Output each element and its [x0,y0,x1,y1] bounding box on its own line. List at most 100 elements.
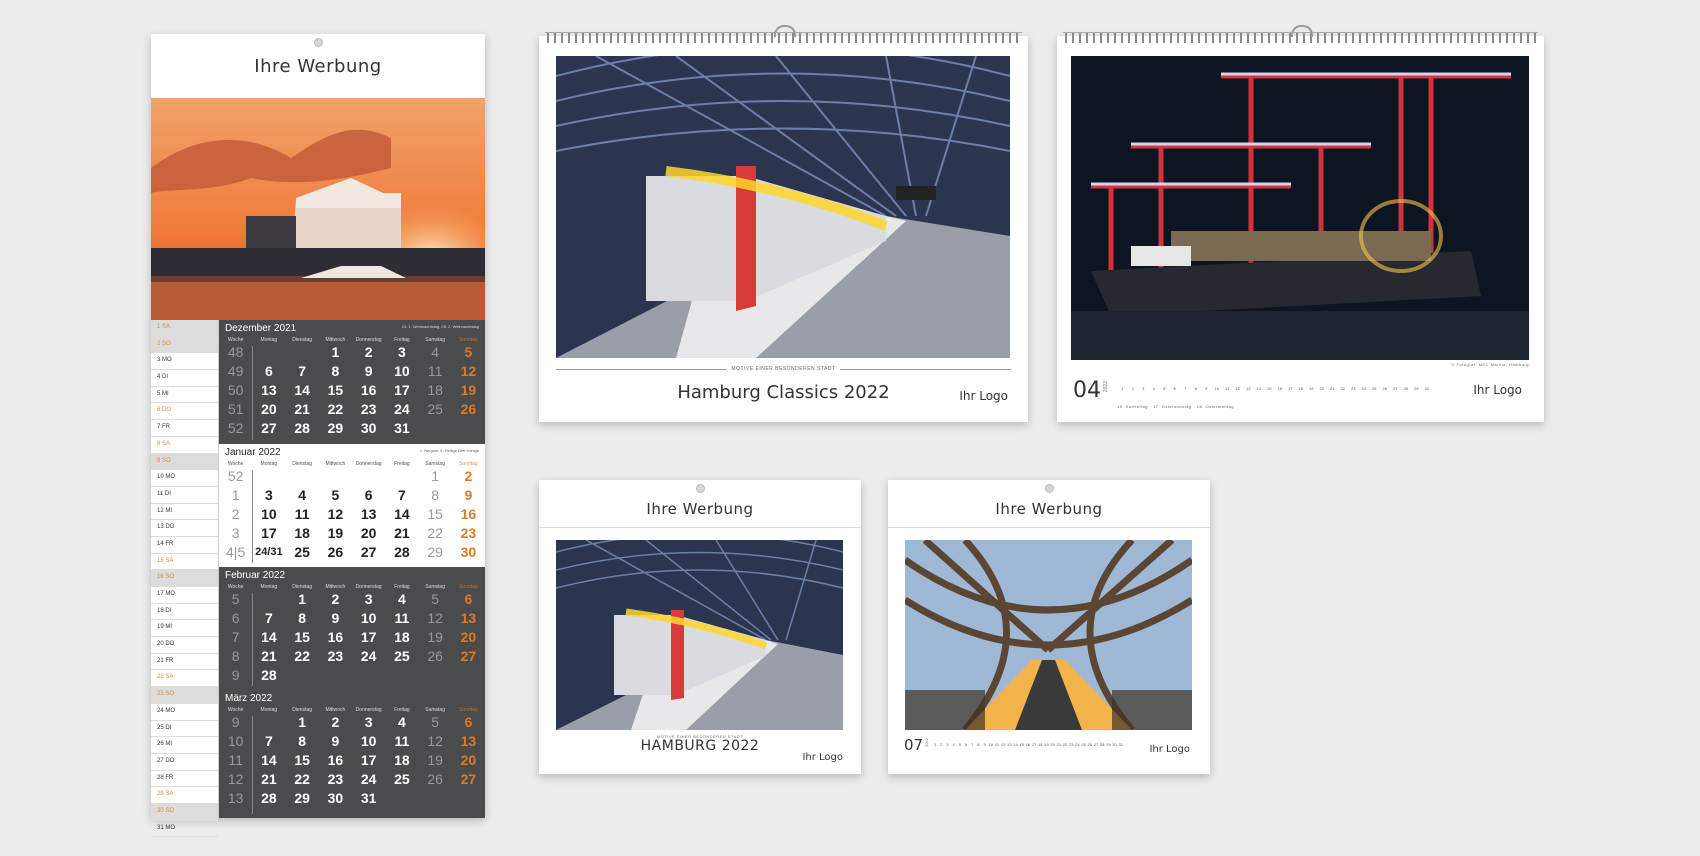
strip-day: 8 [1194,386,1197,391]
day-list-entry: 1 SA [151,320,218,337]
day-cell: 22 [427,525,443,541]
week-number: 5 [231,591,240,607]
small-calendar-july-page: Ihre Werbung 07 2022 1 2 3 4 5 6 7 8 9 10 11 12 13 14… [888,480,1210,774]
day-cell: 16 [460,506,477,522]
day-list-entry: 3 MO [151,353,218,371]
container-ship-port-photo [1071,56,1529,360]
strip-day: 23 [1351,386,1356,391]
day-cell: 16 [327,752,344,768]
day-cell: 12 [427,733,443,749]
strip-day: 27 [1393,386,1398,391]
header-divider [888,527,1210,528]
day-cell: 23 [460,525,477,541]
day-cell: 26 [327,544,344,560]
strip-day: 24 [1361,386,1366,391]
photo-credit: © Fotograf: MSC Marina, Hamburg [1451,362,1529,367]
weekday-label: Dienstag [292,461,312,467]
day-cell: 30 [460,544,477,560]
day-list-entry: 26 MI [151,737,218,754]
tunnel-station-photo [905,540,1192,730]
day-cell: 19 [427,629,443,645]
weekday-header-row: Woche Montag Dienstag Mittwoch Donnerstag Fre… [219,337,485,343]
weekday-label: Donnerstag [355,584,382,590]
week-number: 52 [227,420,244,436]
day-cell [352,467,385,486]
day-cell [452,789,485,808]
day-cell: 2 [364,344,373,360]
day-cell: 15 [294,752,310,768]
week-column-divider [252,470,253,563]
week-row: 11 14 15 16 17 18 19 20 [219,751,485,770]
day-cell: 23 [360,401,377,417]
week-row: 49 6 7 8 9 10 11 12 [219,362,485,381]
month-title: Dezember 2021 24. 1. Weihnachtstag, 26. 2… [219,320,485,337]
week-number: 49 [227,363,244,379]
strip-day: 20 [1319,386,1324,391]
day-cell: 6 [264,363,273,379]
day-cell: 7 [397,487,406,503]
day-cell: 3 [364,714,373,730]
day-cell [252,343,285,362]
day-cell: 1 [431,468,440,484]
day-cell: 4 [397,591,406,607]
day-list-entry: 29 SA [151,787,218,804]
month-block: Januar 2022 1. Neujahr, 6. Heilige Drei K… [219,444,485,567]
day-cell: 31 [360,790,377,806]
weekday-header-row: Woche Montag Dienstag Mittwoch Donnerstag Fre… [219,584,485,590]
week-column-divider [252,346,253,440]
logo-placeholder: Ihr Logo [1149,744,1190,755]
month-title-text: Januar 2022 [225,447,281,458]
day-cell: 11 [394,733,410,749]
holiday-notes: 15. Karfreitag · 17. Ostersonntag · 18. … [1117,404,1235,409]
advertising-text: Ihre Werbung [995,500,1103,518]
day-cell: 30 [360,420,377,436]
day-list-entry: 19 MI [151,620,218,638]
day-cell: 11 [427,363,443,379]
day-cell: 20 [460,752,477,768]
strip-day: 16 [1277,386,1282,391]
day-cell: 28 [294,420,310,436]
day-cell: 18 [394,752,410,768]
day-cell: 4 [298,487,307,503]
day-list-entry: 31 MO [151,821,218,838]
logo-placeholder: Ihr Logo [802,752,843,763]
week-number: 10 [227,733,244,749]
day-cell: 27 [460,648,477,664]
week-number: 48 [227,344,244,360]
day-cell: 10 [261,506,277,522]
strip-day: 11 [1225,386,1230,391]
day-cell: 30 [327,790,344,806]
month-title: Februar 2022 [219,567,485,584]
day-cell: 4 [431,344,440,360]
strip-day: 2 [1131,386,1134,391]
strip-day: 13 [1246,386,1251,391]
day-cell: 14 [261,752,277,768]
day-cell: 11 [294,506,310,522]
strip-day: 19 [1309,386,1314,391]
day-list-entry: 18 DI [151,604,218,621]
strip-day: 7 [1184,386,1187,391]
week-number: 11 [228,752,243,768]
week-number: 50 [227,382,244,398]
week-number: 52 [227,468,244,484]
day-list-entry: 20 DO [151,637,218,654]
day-cell: 6 [464,591,473,607]
weekday-label: Freitag [394,461,410,467]
week-number: 2 [231,506,240,522]
subtitle: Motive einer besonderen Stadt [727,366,840,372]
strip-day: 21 [1330,386,1335,391]
day-list-entry: 8 SA [151,437,218,454]
weekday-label: Mittwoch [325,584,346,590]
strip-day: 25 [1372,386,1377,391]
weekday-label: Samstag [425,707,445,713]
weekday-label: Woche [227,337,244,343]
day-cell: 27 [360,544,377,560]
week-number: 4|5 [226,544,246,560]
week-row: 12 21 22 23 24 25 26 27 [219,770,485,789]
week-number: 3 [231,525,240,541]
week-number: 51 [227,401,244,417]
day-cell: 16 [327,629,344,645]
weekday-label: Donnerstag [355,461,382,467]
calendar-title: Hamburg Classics 2022 [677,382,890,403]
week-row: 7 14 15 16 17 18 19 20 [219,628,485,647]
